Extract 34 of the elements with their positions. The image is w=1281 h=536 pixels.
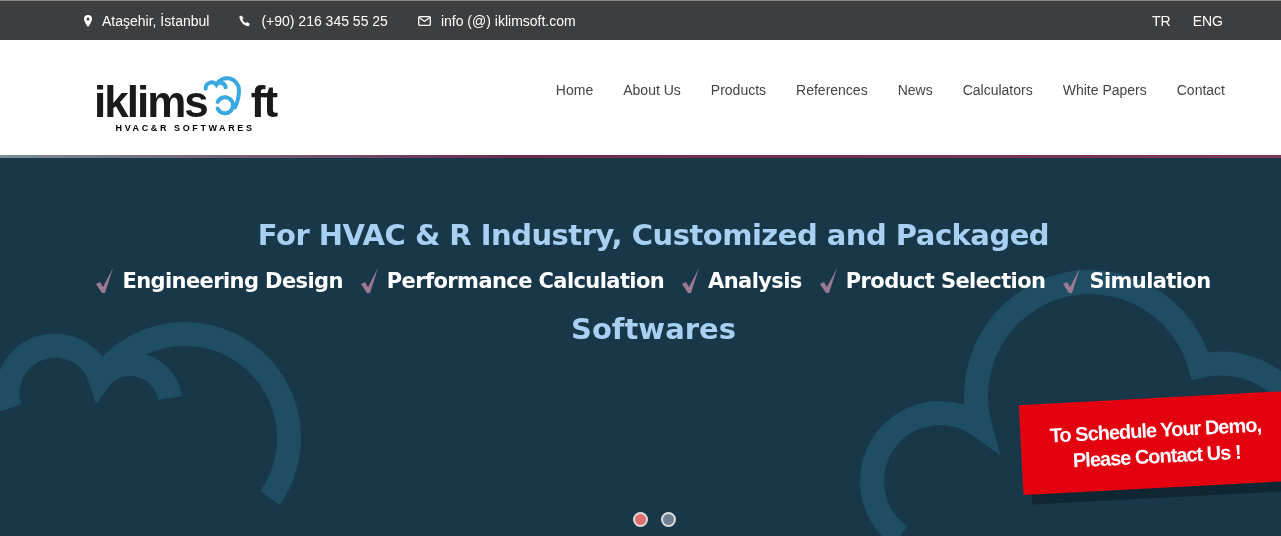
logo-text: iklims xyxy=(94,82,207,122)
logo-tagline: HVAC&R SOFTWARES xyxy=(115,123,255,133)
language-link[interactable]: TR xyxy=(1152,12,1171,29)
nav-link[interactable]: Calculators xyxy=(962,81,1033,98)
slide-dot[interactable] xyxy=(661,512,676,527)
nav-link[interactable]: Contact xyxy=(1176,81,1225,98)
language-link[interactable]: ENG xyxy=(1192,12,1223,29)
hero-headline: For HVAC & R Industry, Customized and Packaged xyxy=(257,218,1050,252)
nav-link[interactable]: News xyxy=(897,81,933,98)
feature-text: Performance Calculation xyxy=(386,269,665,293)
feature-text: Engineering Design xyxy=(122,269,343,293)
checkmark-icon xyxy=(96,268,115,294)
phone-number[interactable]: (+90) 216 345 55 25 xyxy=(261,12,388,29)
feature-text: Analysis xyxy=(708,269,802,293)
checkmark-icon xyxy=(1063,268,1082,294)
feature-text: Simulation xyxy=(1089,269,1211,293)
nav-link[interactable]: About Us xyxy=(623,81,681,98)
slide-dot[interactable] xyxy=(633,512,648,527)
envelope-icon xyxy=(417,15,431,26)
logo-text: ft xyxy=(250,82,277,122)
checkmark-icon xyxy=(360,268,379,294)
checkmark-icon xyxy=(682,268,701,294)
nav-link[interactable]: References xyxy=(796,81,868,98)
feature-text: Product Selection xyxy=(845,269,1046,293)
nav-link[interactable]: White Papers xyxy=(1062,81,1147,98)
logo[interactable]: iklims ft HVAC&R SOFTWARES xyxy=(94,66,277,133)
map-pin-icon xyxy=(84,14,92,27)
phone-icon xyxy=(239,14,252,27)
hero-subline: Softwares xyxy=(571,312,736,346)
nav-link[interactable]: Home xyxy=(555,81,594,98)
email-address[interactable]: info (@) iklimsoft.com xyxy=(440,12,576,29)
address-text[interactable]: Ataşehir, İstanbul xyxy=(102,12,210,29)
checkmark-icon xyxy=(819,268,838,294)
nav-link[interactable]: Products xyxy=(710,81,767,98)
